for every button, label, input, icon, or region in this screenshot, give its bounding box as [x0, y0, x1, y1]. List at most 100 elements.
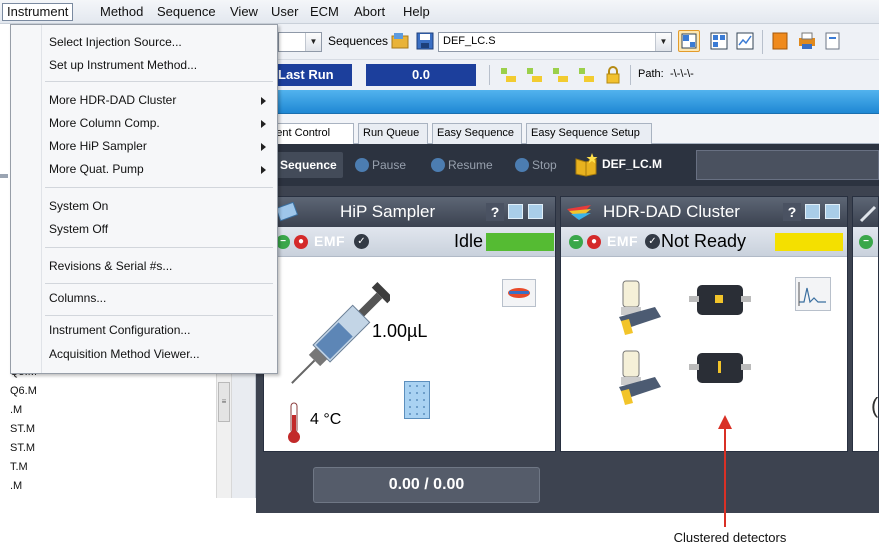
minimize-icon[interactable]	[805, 204, 820, 219]
resume-button[interactable]: Resume	[426, 152, 499, 178]
method-file[interactable]: ST.M	[10, 442, 35, 454]
save-sequence-icon[interactable]	[414, 30, 436, 52]
method-name: DEF_LC.M	[602, 157, 662, 171]
sequences-label: Sequences	[328, 34, 389, 48]
pause-button-label: Pause	[372, 158, 407, 172]
help-icon[interactable]: ?	[783, 203, 801, 221]
thermometer-icon	[286, 401, 302, 445]
lamp-icon	[611, 347, 671, 407]
sequence-step-icon[interactable]	[550, 64, 572, 86]
power-icon[interactable]: ●	[294, 235, 308, 249]
submenu-arrow-icon	[261, 97, 266, 105]
on-icon[interactable]: −	[569, 235, 583, 249]
module-title: HiP Sampler	[340, 202, 436, 221]
report-icon[interactable]	[770, 30, 792, 52]
chevron-down-icon[interactable]: ▼	[655, 33, 671, 51]
status-indicator	[486, 233, 554, 251]
pause-icon	[355, 158, 369, 172]
method-file[interactable]: .M	[10, 404, 22, 416]
maximize-icon[interactable]	[825, 204, 840, 219]
path-value: -\-\-\-	[670, 68, 694, 80]
export-icon[interactable]	[822, 30, 844, 52]
menu-item-more-column-comp[interactable]: More Column Comp.	[12, 112, 276, 134]
submenu-arrow-icon	[261, 120, 266, 128]
last-run-label: Last Run	[278, 67, 334, 82]
hip-sampler-module[interactable]: HiP Sampler ? − ● EMF ✓ Idle 1.00µL 4 °C	[263, 196, 556, 452]
tab-row: ument Control Run Queue Easy Sequence Ea…	[256, 114, 879, 145]
menu-item-set-up-instrument-method[interactable]: Set up Instrument Method...	[12, 54, 276, 76]
column-glyph: (	[871, 393, 879, 418]
menu-item-revisions-serial[interactable]: Revisions & Serial #s...	[12, 255, 276, 277]
tab-easy-sequence[interactable]: Easy Sequence	[432, 123, 522, 144]
method-file[interactable]: T.M	[10, 461, 28, 473]
lock-icon[interactable]	[602, 64, 624, 86]
menu-bar: Instrument Method Sequence View User ECM…	[0, 0, 879, 24]
scrollbar-thumb[interactable]: ≡	[218, 382, 230, 422]
check-icon: ✓	[354, 234, 369, 249]
tab-run-queue[interactable]: Run Queue	[358, 123, 428, 144]
menu-item-columns[interactable]: Columns...	[12, 287, 276, 309]
menu-view[interactable]: View	[226, 3, 262, 21]
method-file[interactable]: ST.M	[10, 423, 35, 435]
open-sequence-icon[interactable]	[390, 30, 412, 52]
sequence-step-icon[interactable]	[524, 64, 546, 86]
sequence-control-bar: Sequence Pause Resume Stop DEF_LC.M	[256, 144, 879, 186]
on-icon[interactable]: −	[859, 235, 873, 249]
maximize-icon[interactable]	[528, 204, 543, 219]
flow-cell-icon	[685, 349, 755, 389]
menu-item-select-injection-source[interactable]: Select Injection Source...	[12, 31, 276, 53]
sequence-file-combo[interactable]: DEF_LC.S ▼	[438, 32, 672, 52]
help-icon[interactable]: ?	[486, 203, 504, 221]
print-icon[interactable]	[796, 30, 818, 52]
menu-instrument[interactable]: Instrument	[2, 3, 74, 21]
menu-item-more-hip-sampler[interactable]: More HiP Sampler	[12, 135, 276, 157]
module-status-text: Idle	[454, 231, 484, 251]
tab-easy-sequence-setup[interactable]: Easy Sequence Setup	[526, 123, 652, 144]
menu-item-instrument-configuration[interactable]: Instrument Configuration...	[12, 319, 276, 341]
flow-cell-icon	[685, 281, 755, 321]
submenu-arrow-icon	[261, 143, 266, 151]
menu-item-more-quat-pump[interactable]: More Quat. Pump	[12, 158, 276, 180]
method-book-icon[interactable]	[574, 153, 598, 177]
menu-separator	[45, 247, 273, 248]
method-combo[interactable]: ▼	[278, 32, 322, 52]
submenu-arrow-icon	[261, 166, 266, 174]
menu-item-more-hdr-dad-cluster[interactable]: More HDR-DAD Cluster	[12, 89, 276, 111]
menu-separator	[45, 283, 273, 284]
menu-ecm[interactable]: ECM	[306, 3, 343, 21]
module-status-bar: −	[853, 227, 878, 257]
power-icon[interactable]: ●	[587, 235, 601, 249]
chevron-down-icon[interactable]: ▼	[305, 33, 321, 51]
menu-item-system-on[interactable]: System On	[12, 195, 276, 217]
layout-view-icon[interactable]	[678, 30, 700, 52]
menu-help[interactable]: Help	[399, 3, 434, 21]
toolbar-separator	[489, 65, 490, 85]
tray-icon[interactable]	[502, 279, 536, 307]
method-file[interactable]: Q6.M	[10, 385, 37, 397]
menu-sequence[interactable]: Sequence	[153, 3, 220, 21]
menu-abort[interactable]: Abort	[350, 3, 389, 21]
menu-user[interactable]: User	[267, 3, 302, 21]
menu-separator	[45, 315, 273, 316]
module-status-text: Not Ready	[661, 231, 747, 251]
signal-plot-icon[interactable]	[795, 277, 831, 311]
annotation-label: Clustered detectors	[673, 530, 787, 545]
sequence-file-name: DEF_LC.S	[443, 35, 496, 47]
sequence-step-icon[interactable]	[576, 64, 598, 86]
chart-view-icon[interactable]	[734, 30, 756, 52]
toolbar-separator	[762, 30, 763, 54]
stop-button[interactable]: Stop	[510, 152, 563, 178]
method-file[interactable]: .M	[10, 480, 22, 492]
lamp-icon	[611, 277, 671, 337]
menu-method[interactable]: Method	[96, 3, 147, 21]
on-icon[interactable]: −	[276, 235, 290, 249]
temperature-value: 4 °C	[310, 411, 342, 428]
hdr-dad-cluster-module[interactable]: HDR-DAD Cluster ? − ● EMF ✓ Not Ready	[560, 196, 848, 452]
grid-view-icon[interactable]	[708, 30, 730, 52]
sequence-step-icon[interactable]	[498, 64, 520, 86]
pause-button[interactable]: Pause	[350, 152, 412, 178]
minimize-icon[interactable]	[508, 204, 523, 219]
menu-item-acquisition-method-viewer[interactable]: Acquisition Method Viewer...	[12, 343, 276, 365]
column-comp-module[interactable]: − (	[852, 196, 879, 452]
menu-item-system-off[interactable]: System Off	[12, 218, 276, 240]
